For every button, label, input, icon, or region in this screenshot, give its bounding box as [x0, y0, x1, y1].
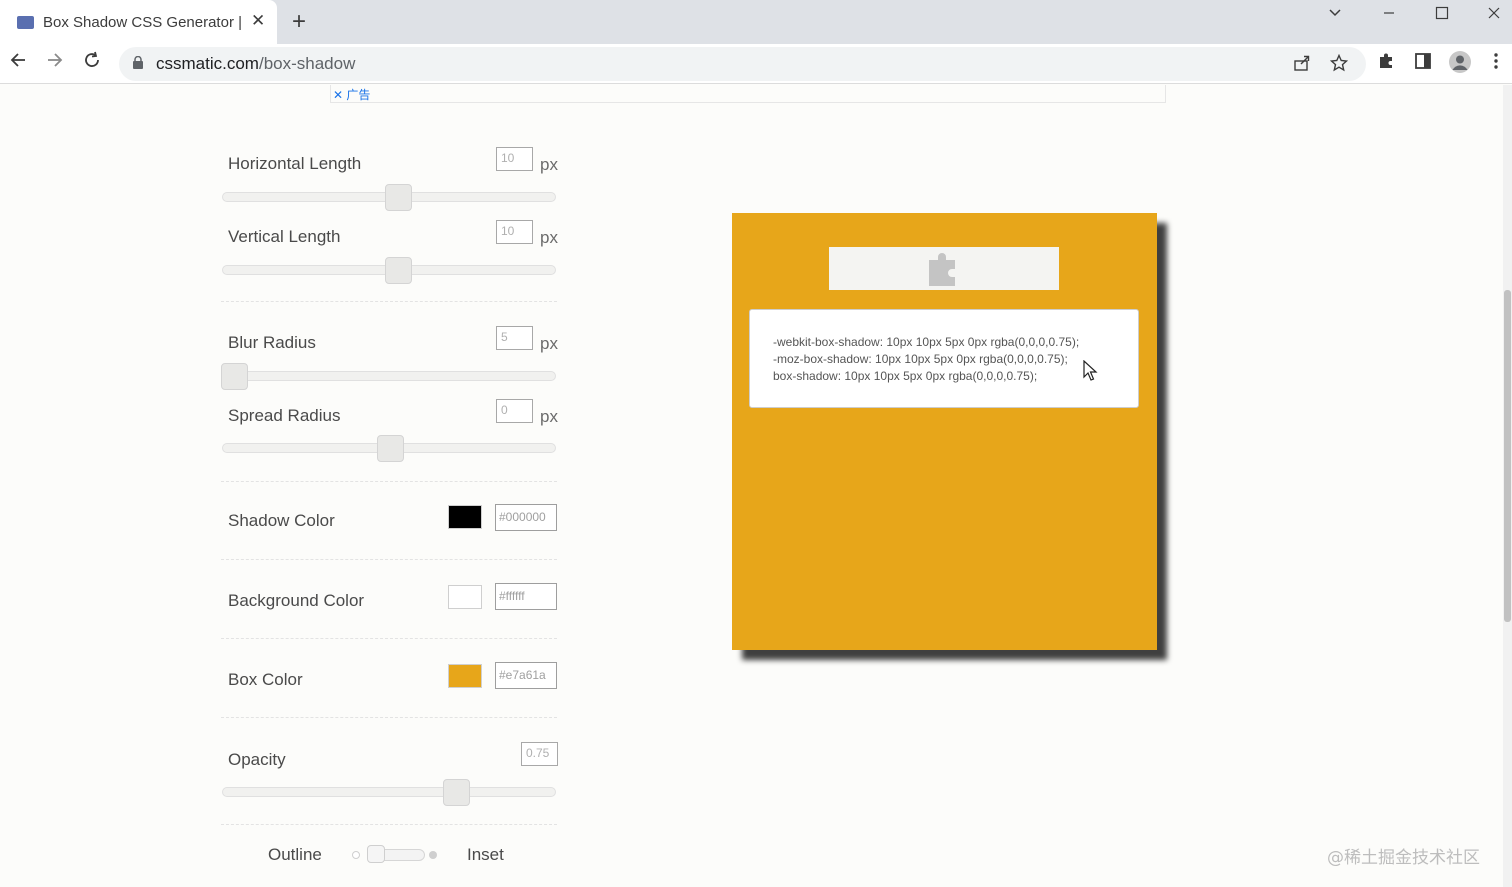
- box-color-swatch[interactable]: [448, 664, 482, 688]
- outline-inset-toggle-knob[interactable]: [367, 845, 385, 863]
- url-path: /box-shadow: [258, 54, 356, 73]
- horizontal-length-input[interactable]: 10: [496, 147, 533, 171]
- address-bar[interactable]: cssmatic.com/box-shadow: [119, 47, 1366, 81]
- blur-radius-slider[interactable]: [222, 371, 556, 381]
- profile-avatar-icon[interactable]: [1449, 51, 1471, 73]
- section-divider: [221, 824, 557, 825]
- css-code-line: box-shadow: 10px 10px 5px 0px rgba(0,0,0…: [773, 369, 1038, 383]
- side-panel-icon[interactable]: [1414, 52, 1432, 75]
- opacity-slider[interactable]: [222, 787, 556, 797]
- opacity-input[interactable]: 0.75: [521, 742, 558, 766]
- bookmark-star-icon[interactable]: [1329, 53, 1349, 77]
- tab-favicon-icon: [17, 16, 34, 29]
- maximize-icon[interactable]: [1435, 4, 1449, 25]
- spread-radius-slider-thumb[interactable]: [377, 435, 404, 462]
- vertical-length-input[interactable]: 10: [496, 220, 533, 244]
- share-icon[interactable]: [1293, 54, 1311, 77]
- url-text[interactable]: cssmatic.com/box-shadow: [156, 54, 355, 74]
- extensions-puzzle-icon[interactable]: [1377, 52, 1395, 75]
- opacity-label: Opacity: [228, 750, 286, 769]
- css-code-line: -webkit-box-shadow: 10px 10px 5px 0px rg…: [773, 335, 1080, 349]
- url-host: cssmatic.com: [156, 54, 259, 73]
- spread-radius-input[interactable]: 0: [496, 399, 533, 423]
- blur-radius-input[interactable]: 5: [496, 326, 533, 350]
- box-color-label: Box Color: [228, 670, 303, 689]
- outline-label: Outline: [268, 845, 322, 864]
- back-icon[interactable]: [9, 51, 27, 75]
- box-color-input[interactable]: #e7a61a: [495, 662, 557, 689]
- blur-radius-unit: px: [540, 334, 558, 353]
- shadow-color-input[interactable]: #000000: [495, 504, 557, 531]
- section-divider: [221, 301, 557, 302]
- page-scrollbar-thumb[interactable]: [1504, 290, 1511, 622]
- reload-icon[interactable]: [83, 51, 101, 75]
- background-color-label: Background Color: [228, 591, 365, 610]
- section-divider: [221, 559, 557, 560]
- horizontal-length-unit: px: [540, 155, 558, 174]
- minimize-icon[interactable]: [1382, 4, 1396, 25]
- ad-label[interactable]: ✕ 广告: [333, 86, 370, 103]
- background-color-swatch[interactable]: [448, 585, 482, 609]
- spread-radius-unit: px: [540, 407, 558, 426]
- inset-label: Inset: [467, 845, 504, 864]
- horizontal-length-slider-thumb[interactable]: [385, 184, 412, 211]
- tab-search-icon[interactable]: [1328, 4, 1342, 25]
- spread-radius-label: Spread Radius: [228, 406, 341, 425]
- watermark-text: @稀土掘金技术社区: [1327, 848, 1480, 868]
- blur-radius-label: Blur Radius: [228, 333, 316, 352]
- section-divider: [221, 717, 557, 718]
- opacity-slider-thumb[interactable]: [443, 779, 470, 806]
- outline-radio[interactable]: [352, 851, 360, 859]
- blur-radius-slider-thumb[interactable]: [221, 363, 248, 390]
- close-window-icon[interactable]: [1487, 4, 1501, 25]
- inset-radio[interactable]: [429, 851, 437, 859]
- vertical-length-slider-thumb[interactable]: [385, 257, 412, 284]
- horizontal-length-label: Horizontal Length: [228, 154, 362, 173]
- css-code-line: -moz-box-shadow: 10px 10px 5px 0px rgba(…: [773, 352, 1068, 366]
- puzzle-plugin-icon: [925, 251, 963, 287]
- background-color-input[interactable]: #ffffff: [495, 583, 557, 610]
- shadow-color-label: Shadow Color: [228, 511, 335, 530]
- css-code-output[interactable]: -webkit-box-shadow: 10px 10px 5px 0px rg…: [749, 309, 1139, 408]
- vertical-length-label: Vertical Length: [228, 227, 341, 246]
- lock-icon[interactable]: [133, 55, 143, 69]
- tab-title: Box Shadow CSS Generator | CSSmatic: [43, 14, 243, 31]
- browser-tab[interactable]: Box Shadow CSS Generator | CSSmatic ✕: [0, 0, 277, 44]
- shadow-color-swatch[interactable]: [448, 505, 482, 529]
- new-tab-button[interactable]: +: [292, 8, 306, 36]
- tab-close-icon[interactable]: ✕: [251, 11, 265, 31]
- section-divider: [221, 638, 557, 639]
- ad-banner[interactable]: ✕ 广告: [330, 85, 1166, 103]
- menu-kebab-icon[interactable]: [1490, 52, 1502, 75]
- mouse-cursor-icon: [1083, 359, 1099, 382]
- title-bar: Box Shadow CSS Generator | CSSmatic ✕ +: [0, 0, 1512, 44]
- forward-icon[interactable]: [46, 51, 64, 75]
- section-divider: [221, 481, 557, 482]
- browser-toolbar: cssmatic.com/box-shadow: [0, 44, 1512, 84]
- vertical-length-unit: px: [540, 228, 558, 247]
